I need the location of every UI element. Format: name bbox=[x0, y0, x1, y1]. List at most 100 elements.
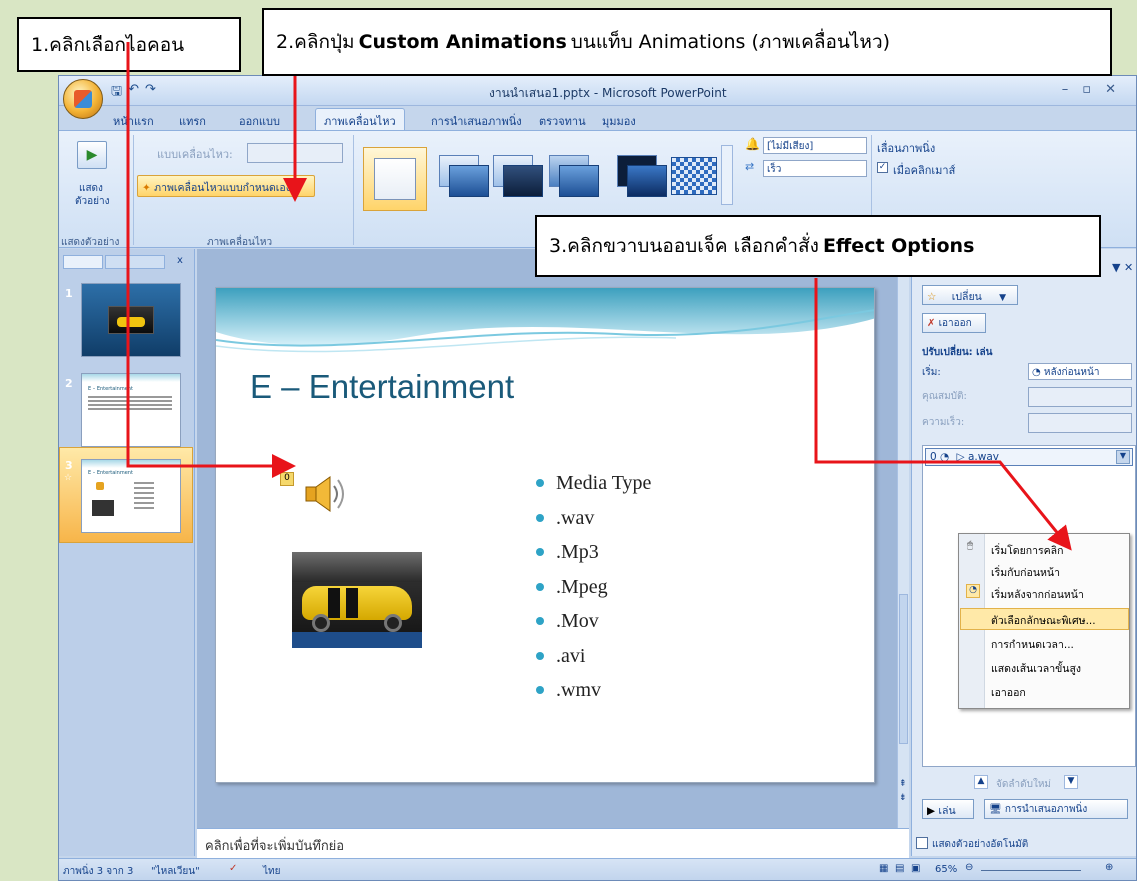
slide-thumbnail-1[interactable] bbox=[81, 283, 181, 357]
speed-dropdown[interactable] bbox=[1028, 413, 1132, 433]
ribbon-tabs: หน้าแรก แทรก ออกแบบ ภาพเคลื่อนไหว การนำเ… bbox=[59, 106, 1136, 132]
save-icon[interactable]: 🖫 bbox=[111, 82, 122, 104]
transition-checkerboard[interactable] bbox=[665, 147, 729, 211]
speed-dropdown[interactable]: เร็ว bbox=[763, 160, 867, 177]
callout-step3-prefix: 3.คลิกขวาบนออบเจ็ค เลือกคำสั่ง bbox=[549, 235, 819, 257]
speaker-icon[interactable] bbox=[302, 474, 352, 514]
slide-title[interactable]: E – Entertainment bbox=[250, 368, 514, 406]
bullet-item: .wmv bbox=[536, 673, 651, 708]
autopreview-checkbox[interactable] bbox=[916, 837, 928, 849]
slide-canvas: E – Entertainment 0 Media Type .wav .Mp3… bbox=[197, 249, 897, 829]
slide-thumbnail-2[interactable]: E – Entertainment bbox=[81, 373, 181, 447]
menu-item-timing[interactable]: การกำหนดเวลา... bbox=[991, 636, 1074, 653]
theme-name: "ไหลเวียน" bbox=[151, 866, 200, 877]
play-icon: ▷ bbox=[956, 451, 965, 463]
undo-icon[interactable]: ↶ bbox=[128, 82, 139, 104]
anim-group-label: ภาพเคลื่อนไหว bbox=[207, 237, 273, 248]
tab-review[interactable]: ตรวจทาน bbox=[539, 112, 586, 130]
property-dropdown[interactable] bbox=[1028, 387, 1132, 407]
status-bar: ภาพนิ่ง 3 จาก 3 "ไหลเวียน" ✓ ไทย ▦ ▤ ▣ 6… bbox=[59, 858, 1136, 880]
on-click-checkbox[interactable]: ✓ bbox=[877, 162, 888, 173]
slideshow-button[interactable]: 🖥 การนำเสนอภาพนิ่ง bbox=[984, 799, 1128, 819]
callout-step2-bold: Custom Animations bbox=[358, 31, 567, 53]
transition-option[interactable] bbox=[543, 147, 607, 211]
office-button[interactable] bbox=[63, 79, 103, 119]
group-divider bbox=[133, 135, 134, 245]
window-controls[interactable]: –▫✕ bbox=[1062, 82, 1130, 97]
quick-access-toolbar: 🖫 ↶ ↷ bbox=[111, 82, 156, 104]
zoom-out-icon[interactable]: ⊖ bbox=[965, 862, 973, 873]
animate-dropdown[interactable] bbox=[247, 143, 343, 163]
clock-icon: ◔ bbox=[940, 451, 950, 463]
transition-none-preview bbox=[374, 158, 416, 200]
animate-label: แบบเคลื่อนไหว: bbox=[157, 148, 233, 161]
preview-button[interactable]: ▶ bbox=[77, 141, 107, 169]
slide3-thumb-title: E – Entertainment bbox=[88, 470, 133, 476]
menu-item-show-advanced-timeline[interactable]: แสดงเส้นเวลาขั้นสูง bbox=[991, 660, 1081, 677]
tab-animations[interactable]: ภาพเคลื่อนไหว bbox=[315, 108, 405, 132]
custom-animation-button[interactable]: ✦ ภาพเคลื่อนไหวแบบกำหนดเอง bbox=[137, 175, 315, 197]
bullet-item: Media Type bbox=[536, 466, 651, 501]
menu-item-effect-options[interactable]: ตัวเลือกลักษณะพิเศษ... bbox=[991, 612, 1096, 629]
bullet-item: .Mp3 bbox=[536, 535, 651, 570]
play-button[interactable]: ▶ เล่น bbox=[922, 799, 974, 819]
normal-view-icon[interactable]: ▦ bbox=[879, 863, 888, 874]
close-pane-icon[interactable]: ▼ ✕ bbox=[1112, 261, 1133, 274]
start-dropdown[interactable]: ◔ หลังก่อนหน้า bbox=[1028, 363, 1132, 380]
sound-dropdown[interactable]: [ไม่มีเสียง] bbox=[763, 137, 867, 154]
redo-icon[interactable]: ↷ bbox=[145, 82, 156, 104]
bullet-item: .Mpeg bbox=[536, 570, 651, 605]
slideshow-view-icon[interactable]: ▣ bbox=[911, 863, 920, 874]
tab-design[interactable]: ออกแบบ bbox=[239, 112, 280, 130]
transition-option[interactable] bbox=[487, 147, 551, 211]
change-button[interactable]: ☆ เปลี่ยน ▼ bbox=[922, 285, 1018, 305]
animation-list-item[interactable]: 0 ◔ ▷ a.wav ▼ bbox=[925, 448, 1133, 466]
on-click-label: เมื่อคลิกเมาส์ bbox=[893, 164, 956, 177]
transition-none[interactable] bbox=[363, 147, 427, 211]
remove-button[interactable]: ✗ เอาออก bbox=[922, 313, 986, 333]
slideshow-icon: 🖥 bbox=[989, 804, 1002, 815]
zoom-slider[interactable] bbox=[981, 870, 1081, 871]
speed-label: ความเร็ว: bbox=[922, 417, 965, 428]
menu-item-start-with-previous[interactable]: เริ่มกับก่อนหน้า bbox=[991, 564, 1060, 581]
zoom-in-icon[interactable]: ⊕ bbox=[1105, 862, 1113, 873]
slide[interactable]: E – Entertainment 0 Media Type .wav .Mp3… bbox=[215, 287, 875, 783]
prev-slide-icon[interactable]: ⇞ bbox=[899, 779, 907, 789]
menu-item-start-on-click[interactable]: เริ่มโดยการคลิก bbox=[991, 542, 1063, 559]
slides-pane: x 1 2 E – Entertainment 3 ☆ E – Entertai… bbox=[59, 249, 195, 856]
slide-number: 1 bbox=[65, 287, 73, 300]
remove-label: เอาออก bbox=[938, 318, 972, 329]
tab-insert[interactable]: แทรก bbox=[179, 112, 206, 130]
next-slide-icon[interactable]: ⇟ bbox=[899, 793, 907, 803]
notes-pane[interactable]: คลิกเพื่อที่จะเพิ่มบันทึกย่อ bbox=[197, 828, 909, 858]
title-bar: 🖫 ↶ ↷ งานนำเสนอ1.pptx - Microsoft PowerP… bbox=[59, 76, 1136, 119]
bullet-list[interactable]: Media Type .wav .Mp3 .Mpeg .Mov .avi .wm… bbox=[536, 466, 651, 708]
sound-icon: 🔔 bbox=[745, 137, 760, 151]
car-image[interactable] bbox=[292, 552, 422, 648]
chevron-down-icon[interactable]: ▼ bbox=[1116, 450, 1130, 464]
tab-slideshow[interactable]: การนำเสนอภาพนิ่ง bbox=[431, 112, 522, 130]
tab-home[interactable]: หน้าแรก bbox=[113, 112, 154, 130]
menu-item-start-after-previous[interactable]: เริ่มหลังจากก่อนหน้า bbox=[991, 586, 1084, 603]
group-divider bbox=[353, 135, 354, 245]
tab-view[interactable]: มุมมอง bbox=[602, 112, 636, 130]
gallery-scroll[interactable] bbox=[721, 145, 733, 205]
outline-tab[interactable] bbox=[105, 255, 165, 269]
close-pane-icon[interactable]: x bbox=[177, 255, 183, 266]
slide-sorter-icon[interactable]: ▤ bbox=[895, 863, 904, 874]
zoom-level[interactable]: 65% bbox=[935, 864, 957, 875]
callout-step2: 2.คลิกปุ่ม Custom Animations บนแท็บ Anim… bbox=[262, 8, 1112, 76]
callout-step3: 3.คลิกขวาบนออบเจ็ค เลือกคำสั่ง Effect Op… bbox=[535, 215, 1101, 277]
animation-tag: 0 bbox=[280, 472, 294, 486]
move-up-icon[interactable]: ▲ bbox=[974, 775, 988, 789]
scroll-thumb[interactable] bbox=[899, 594, 908, 744]
menu-item-remove[interactable]: เอาออก bbox=[991, 684, 1026, 701]
move-down-icon[interactable]: ▼ bbox=[1064, 775, 1078, 789]
powerpoint-window: 🖫 ↶ ↷ งานนำเสนอ1.pptx - Microsoft PowerP… bbox=[58, 75, 1137, 881]
slides-tab[interactable] bbox=[63, 255, 103, 269]
slide-thumbnail-3[interactable]: E – Entertainment bbox=[81, 459, 181, 533]
start-value: หลังก่อนหน้า bbox=[1043, 367, 1100, 378]
sound-value: [ไม่มีเสียง] bbox=[767, 141, 814, 152]
vertical-scrollbar[interactable]: ⇞ ⇟ bbox=[897, 249, 909, 856]
change-label: เปลี่ยน bbox=[951, 291, 982, 303]
